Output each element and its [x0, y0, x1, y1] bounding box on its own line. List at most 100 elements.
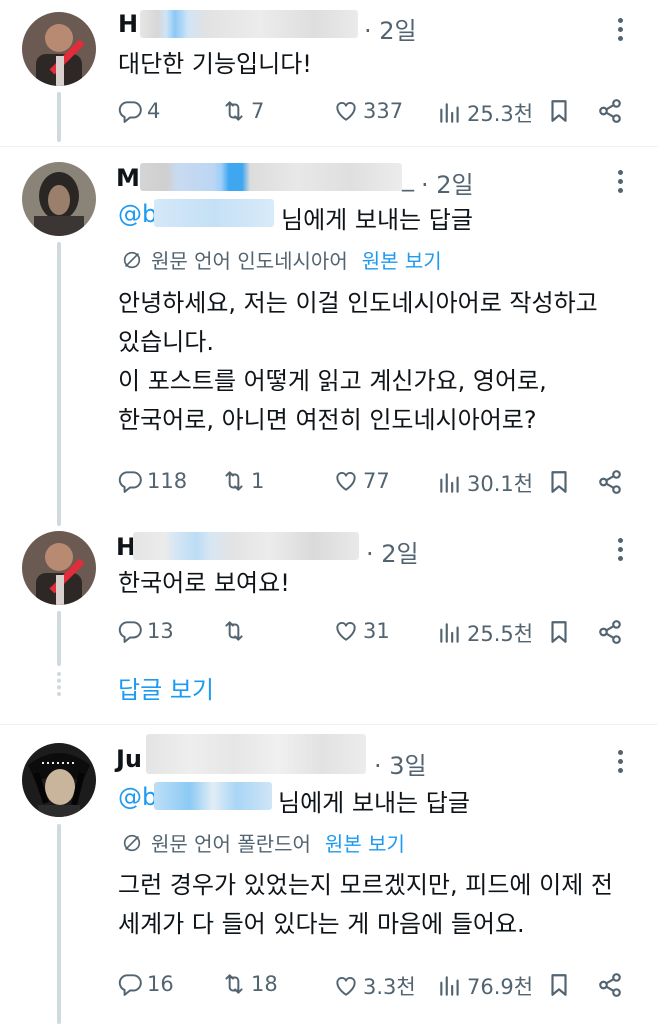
- post-text: 안녕하세요, 저는 이걸 인도네시아어로 작성하고 있습니다. 이 포스트를 어…: [118, 289, 598, 434]
- author-name[interactable]: M: [116, 164, 140, 192]
- like-count: 337: [363, 99, 404, 123]
- translation-note: 원문 언어 인도네시아어 원본 보기: [121, 245, 442, 274]
- views-icon: [437, 620, 463, 646]
- reply-button[interactable]: 4: [117, 98, 160, 124]
- like-count: 77: [363, 469, 390, 493]
- heart-icon: [333, 98, 359, 124]
- avatar[interactable]: [22, 162, 96, 236]
- reply-to-line: @b: [118, 200, 157, 228]
- more-icon[interactable]: [618, 170, 624, 197]
- like-count: 31: [363, 619, 390, 643]
- view-original-link[interactable]: 원본 보기: [325, 828, 405, 857]
- repost-button[interactable]: 18: [221, 971, 278, 997]
- post-text: 한국어로 보여요!: [118, 569, 290, 597]
- like-button[interactable]: 31: [333, 618, 390, 644]
- post-time[interactable]: · 2일: [364, 11, 417, 46]
- reply-to-line: @b: [118, 783, 157, 811]
- divider: [0, 724, 658, 725]
- repost-count: 1: [251, 469, 265, 493]
- thread-dots: [57, 672, 65, 696]
- reply-icon: [117, 468, 143, 494]
- thread-line: [57, 92, 61, 142]
- author-name[interactable]: Ju: [116, 745, 142, 773]
- reply-to-suffix: 님에게 보내는 답글: [278, 789, 470, 817]
- redacted-name: [140, 163, 402, 191]
- handle-tail: _: [402, 164, 414, 192]
- translation-note: 원문 언어 폴란드어 원본 보기: [121, 828, 405, 857]
- like-button[interactable]: 77: [333, 468, 390, 494]
- share-icon[interactable]: [597, 972, 623, 998]
- thread-line: [57, 611, 61, 666]
- reply-button[interactable]: 118: [117, 468, 187, 494]
- avatar[interactable]: [22, 743, 96, 817]
- heart-icon: [333, 618, 359, 644]
- like-count: 3.3천: [363, 975, 416, 999]
- reply-to-handle[interactable]: @b: [118, 200, 157, 228]
- heart-icon: [333, 973, 359, 999]
- reply-icon: [117, 971, 143, 997]
- like-button[interactable]: 3.3천: [333, 971, 416, 1001]
- view-count: 25.3천: [467, 102, 534, 126]
- views-icon: [437, 973, 463, 999]
- reply-icon: [117, 618, 143, 644]
- redacted-name: [140, 10, 358, 38]
- more-icon[interactable]: [618, 750, 624, 777]
- reply-count: 16: [147, 972, 174, 996]
- share-icon[interactable]: [597, 469, 623, 495]
- heart-icon: [333, 468, 359, 494]
- bookmark-icon[interactable]: [546, 98, 572, 124]
- reply-button[interactable]: 13: [117, 618, 174, 644]
- repost-icon: [221, 98, 247, 124]
- author-name[interactable]: H: [118, 10, 138, 38]
- redacted-name: [133, 532, 359, 560]
- repost-button[interactable]: [221, 618, 251, 644]
- translation-label: 원문 언어 인도네시아어: [151, 249, 348, 273]
- bookmark-icon[interactable]: [546, 469, 572, 495]
- reply-count: 118: [147, 469, 188, 493]
- post-time[interactable]: · 3일: [374, 746, 427, 781]
- redacted-handle: [154, 782, 272, 810]
- divider: [0, 146, 658, 147]
- repost-icon: [221, 618, 247, 644]
- reply-to-suffix: 님에게 보내는 답글: [281, 206, 473, 234]
- avatar[interactable]: [22, 531, 96, 605]
- reply-icon: [117, 98, 143, 124]
- views-button[interactable]: 25.3천: [437, 98, 533, 128]
- more-icon[interactable]: [618, 538, 624, 565]
- translation-label: 원문 언어 폴란드어: [151, 832, 311, 856]
- bookmark-icon[interactable]: [546, 619, 572, 645]
- post-time[interactable]: · 2일: [366, 534, 419, 569]
- bookmark-icon[interactable]: [546, 972, 572, 998]
- views-button[interactable]: 30.1천: [437, 468, 533, 498]
- repost-icon: [221, 971, 247, 997]
- thread-line: [57, 824, 61, 1024]
- view-count: 76.9천: [467, 975, 534, 999]
- share-icon[interactable]: [597, 98, 623, 124]
- view-count: 30.1천: [467, 472, 534, 496]
- view-original-link[interactable]: 원본 보기: [362, 245, 442, 274]
- repost-button[interactable]: 7: [221, 98, 264, 124]
- reply-count: 4: [147, 99, 161, 123]
- reply-count: 13: [147, 619, 174, 643]
- views-icon: [437, 100, 463, 126]
- view-replies-link[interactable]: 답글 보기: [118, 670, 214, 705]
- post-text: 대단한 기능입니다!: [118, 50, 312, 78]
- repost-count: 18: [251, 972, 278, 996]
- reply-to-handle[interactable]: @b: [118, 783, 157, 811]
- translate-icon: [121, 249, 143, 271]
- like-button[interactable]: 337: [333, 98, 403, 124]
- repost-button[interactable]: 1: [221, 468, 264, 494]
- thread-line: [57, 242, 61, 526]
- views-button[interactable]: 76.9천: [437, 971, 533, 1001]
- more-icon[interactable]: [618, 18, 624, 45]
- redacted-name: [146, 734, 366, 774]
- share-icon[interactable]: [597, 619, 623, 645]
- views-button[interactable]: 25.5천: [437, 618, 533, 648]
- views-icon: [437, 470, 463, 496]
- post-time[interactable]: · 2일: [421, 165, 474, 200]
- avatar[interactable]: [22, 12, 96, 86]
- repost-icon: [221, 468, 247, 494]
- translate-icon: [121, 832, 143, 854]
- repost-count: 7: [251, 99, 265, 123]
- reply-button[interactable]: 16: [117, 971, 174, 997]
